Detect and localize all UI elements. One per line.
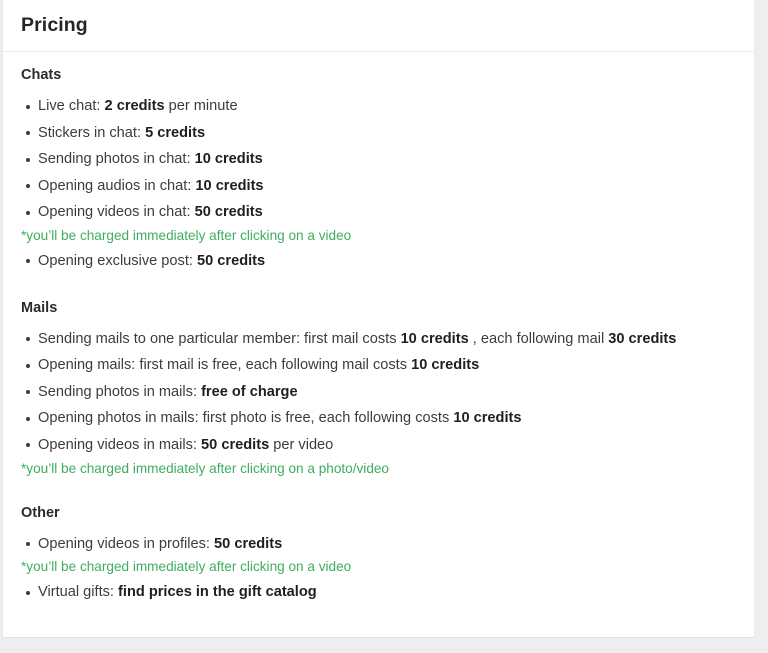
- list-item: Opening videos in mails: 50 credits per …: [21, 432, 736, 459]
- list-item: Opening photos in mails: first photo is …: [21, 405, 736, 432]
- page-background: Pricing Chats Live chat: 2 credits per mi…: [0, 0, 768, 653]
- price-list: Live chat: 2 credits per minute Stickers …: [21, 93, 736, 226]
- pricing-section: Chats Live chat: 2 credits per minute Stic…: [21, 66, 736, 275]
- charge-note: *you’ll be charged immediately after cli…: [21, 460, 389, 476]
- list-item: Sending photos in mails: free of charge: [21, 379, 736, 406]
- page-title: Pricing: [21, 14, 88, 36]
- list-item: Opening videos in profiles: 50 credits: [21, 531, 736, 558]
- list-item: Live chat: 2 credits per minute: [21, 93, 736, 120]
- charge-note: *you’ll be charged immediately after cli…: [21, 559, 352, 575]
- list-item: Stickers in chat: 5 credits: [21, 120, 736, 147]
- pricing-section: Mails Sending mails to one particular mem…: [21, 299, 736, 480]
- list-item: Opening mails: first mail is free, each …: [21, 352, 736, 379]
- section-heading: Mails: [21, 299, 58, 316]
- price-value: 50 credits: [201, 436, 270, 453]
- price-value: 10 credits: [453, 410, 522, 427]
- price-value: 50 credits: [197, 252, 266, 269]
- list-item: Opening audios in chat: 10 credits: [21, 173, 736, 200]
- list-item: Virtual gifts: find prices in the gift c…: [21, 579, 736, 606]
- section-heading: Other: [21, 504, 60, 521]
- price-value-secondary: 30 credits: [608, 330, 677, 347]
- price-value: 10 credits: [195, 177, 264, 194]
- price-list: Virtual gifts: find prices in the gift c…: [21, 579, 736, 606]
- price-value: 10 credits: [194, 151, 263, 168]
- price-list: Opening videos in profiles: 50 credits: [21, 531, 736, 558]
- price-value: 10 credits: [400, 330, 469, 347]
- price-value: 50 credits: [194, 204, 263, 221]
- price-value: 10 credits: [411, 357, 480, 374]
- list-item: Opening videos in chat: 50 credits: [21, 199, 736, 226]
- price-list: Opening exclusive post: 50 credits: [21, 248, 736, 275]
- price-value: find prices in the gift catalog: [118, 584, 317, 601]
- pricing-content: Chats Live chat: 2 credits per minute Stic…: [3, 52, 754, 606]
- pricing-card: Pricing Chats Live chat: 2 credits per mi…: [2, 0, 755, 638]
- charge-note: *you’ll be charged immediately after cli…: [21, 227, 352, 243]
- price-list: Sending mails to one particular member: …: [21, 326, 736, 459]
- price-value: free of charge: [201, 383, 298, 400]
- list-item: Opening exclusive post: 50 credits: [21, 248, 736, 275]
- section-heading: Chats: [21, 67, 62, 83]
- price-value: 2 credits: [104, 98, 165, 114]
- pricing-section: Other Opening videos in profiles: 50 cred…: [21, 504, 736, 606]
- card-header: Pricing: [3, 0, 754, 52]
- list-item: Sending mails to one particular member: …: [21, 326, 736, 353]
- price-value: 50 credits: [214, 535, 283, 552]
- list-item: Sending photos in chat: 10 credits: [21, 146, 736, 173]
- price-value: 5 credits: [145, 124, 206, 141]
